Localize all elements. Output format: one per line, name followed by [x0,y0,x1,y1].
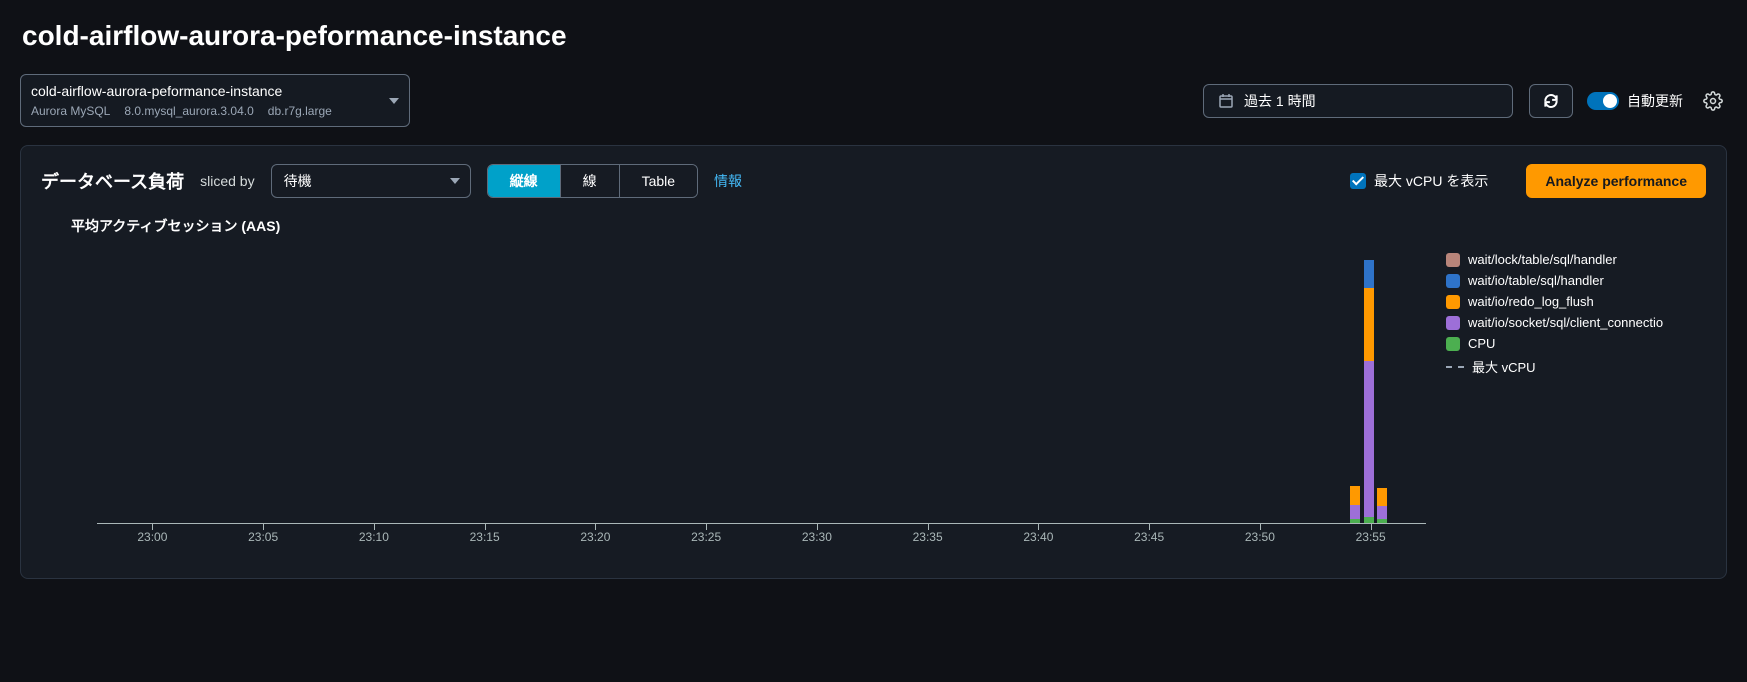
x-tick: 23:05 [208,530,319,554]
refresh-button[interactable] [1529,84,1573,118]
legend-swatch [1446,253,1460,267]
instance-version: 8.0.mysql_aurora.3.04.0 [124,102,253,120]
legend-label: wait/io/socket/sql/client_connectio [1468,315,1663,330]
legend-swatch [1446,274,1460,288]
chart-area: 23:0023:0523:1023:1523:2023:2523:3023:35… [41,248,1706,548]
legend-label: wait/lock/table/sql/handler [1468,252,1617,267]
analyze-performance-button[interactable]: Analyze performance [1526,164,1706,198]
view-mode-segment: 縦線 線 Table [487,164,698,198]
instance-select[interactable]: cold-airflow-aurora-peformance-instance … [20,74,410,127]
chevron-down-icon [450,178,460,184]
chart-plot: 23:0023:0523:1023:1523:2023:2523:3023:35… [41,248,1426,548]
chart-bar[interactable] [1377,488,1387,523]
x-tick: 23:00 [97,530,208,554]
legend-label: 最大 vCPU [1472,357,1536,376]
auto-refresh-toggle[interactable] [1587,92,1619,110]
chart-title: 平均アクティブセッション (AAS) [71,216,1706,236]
x-tick: 23:45 [1094,530,1205,554]
auto-refresh-label: 自動更新 [1627,91,1683,111]
view-mode-table[interactable]: Table [620,165,697,197]
x-tick: 23:40 [983,530,1094,554]
time-range-label: 過去 1 時間 [1244,91,1316,111]
auto-refresh: 自動更新 [1587,91,1683,111]
page-title: cold-airflow-aurora-peformance-instance [22,20,1727,52]
x-tick: 23:30 [762,530,873,554]
instance-name: cold-airflow-aurora-peformance-instance [31,81,377,102]
x-tick: 23:10 [319,530,430,554]
refresh-icon [1542,92,1560,110]
legend-item[interactable]: 最大 vCPU [1446,357,1706,376]
chevron-down-icon [389,98,399,104]
x-tick: 23:55 [1315,530,1426,554]
x-tick: 23:50 [1205,530,1316,554]
legend-label: wait/io/redo_log_flush [1468,294,1594,309]
legend-label: CPU [1468,336,1495,351]
sliced-by-value: 待機 [284,171,312,191]
show-max-vcpu-label: 最大 vCPU を表示 [1374,171,1488,191]
x-tick: 23:35 [872,530,983,554]
legend-item[interactable]: CPU [1446,336,1706,351]
chart-bar[interactable] [1350,486,1360,523]
chart-bar[interactable] [1364,260,1374,523]
x-tick: 23:15 [429,530,540,554]
legend-item[interactable]: wait/io/socket/sql/client_connectio [1446,315,1706,330]
gear-icon [1703,91,1723,111]
legend-label: wait/io/table/sql/handler [1468,273,1604,288]
show-max-vcpu-checkbox[interactable] [1350,173,1366,189]
info-link[interactable]: 情報 [714,171,742,191]
legend-item[interactable]: wait/io/table/sql/handler [1446,273,1706,288]
legend-item[interactable]: wait/lock/table/sql/handler [1446,252,1706,267]
calendar-icon [1218,93,1234,109]
x-tick: 23:20 [540,530,651,554]
view-mode-line[interactable]: 線 [561,165,620,197]
x-tick: 23:25 [651,530,762,554]
panel-title: データベース負荷 [41,168,184,194]
legend-swatch [1446,316,1460,330]
instance-engine: Aurora MySQL [31,102,110,120]
legend-swatch [1446,295,1460,309]
db-load-panel: データベース負荷 sliced by 待機 縦線 線 Table 情報 最大 v… [20,145,1727,579]
legend-swatch [1446,366,1464,368]
top-bar: cold-airflow-aurora-peformance-instance … [20,74,1727,127]
show-max-vcpu[interactable]: 最大 vCPU を表示 [1350,171,1488,191]
view-mode-stacked[interactable]: 縦線 [488,165,561,197]
settings-button[interactable] [1699,87,1727,115]
chart-legend: wait/lock/table/sql/handler wait/io/table… [1426,248,1706,548]
sliced-by-select[interactable]: 待機 [271,164,471,198]
sliced-by-label: sliced by [200,173,254,189]
legend-swatch [1446,337,1460,351]
panel-header: データベース負荷 sliced by 待機 縦線 線 Table 情報 最大 v… [41,164,1706,198]
time-range-picker[interactable]: 過去 1 時間 [1203,84,1513,118]
instance-class: db.r7g.large [268,102,332,120]
legend-item[interactable]: wait/io/redo_log_flush [1446,294,1706,309]
